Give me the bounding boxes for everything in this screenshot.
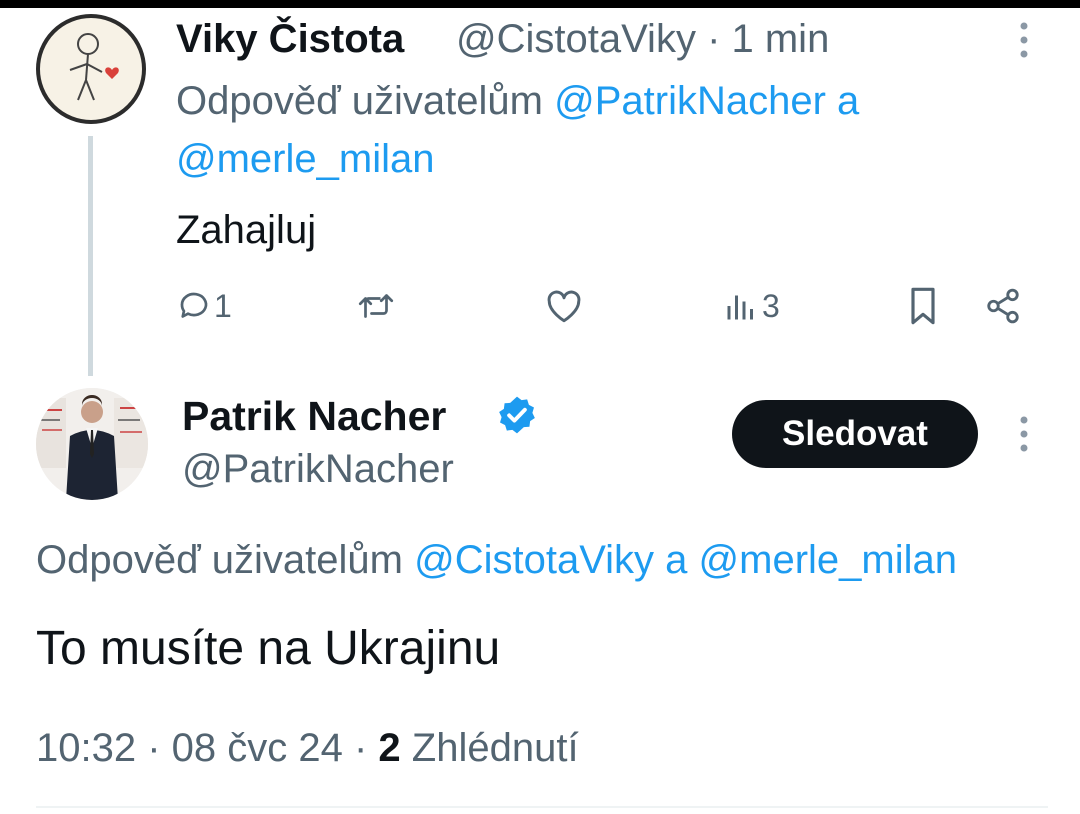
retweet-icon: [358, 294, 394, 318]
reply-button[interactable]: 1: [176, 278, 232, 334]
tweet-actions-bar: 1 3: [176, 278, 1036, 334]
bookmark-icon: [911, 287, 935, 325]
reply-conjunction: a: [654, 538, 699, 582]
mention-link[interactable]: @CistotaViky: [414, 538, 654, 582]
views-label: Zhlédnutí: [400, 726, 579, 770]
meta-separator: ·: [136, 726, 172, 770]
more-vertical-icon: [1020, 22, 1028, 58]
views-icon: [727, 295, 753, 320]
reply-prefix: Odpověď uživatelům: [176, 79, 555, 123]
share-button[interactable]: [984, 278, 1022, 334]
reply-prefix: Odpověď uživatelům: [36, 538, 415, 582]
share-icon: [987, 288, 1019, 324]
views-count: 2: [378, 726, 401, 770]
divider: [36, 806, 1048, 808]
thread-connector-line: [88, 136, 93, 376]
like-button[interactable]: [544, 278, 584, 334]
author-name[interactable]: Viky Čistota: [176, 14, 404, 64]
more-options-button[interactable]: [1012, 18, 1036, 62]
reply-icon: [180, 292, 208, 318]
like-icon: [547, 290, 581, 323]
author-handle[interactable]: @PatrikNacher: [182, 444, 454, 494]
tweet-time[interactable]: 1 min: [732, 17, 830, 61]
views-count: 3: [762, 287, 780, 324]
reply-count: 1: [214, 287, 232, 324]
mention-link[interactable]: @PatrikNacher: [554, 79, 826, 123]
time-separator: ·: [695, 17, 732, 61]
avatar-patrik[interactable]: [36, 388, 148, 500]
views-button[interactable]: 3: [724, 278, 780, 334]
top-status-bar: [0, 0, 1080, 8]
tweet-text: To musíte na Ukrajinu: [36, 622, 501, 675]
follow-button[interactable]: Sledovat: [732, 400, 978, 468]
avatar-drawing: [69, 33, 119, 101]
reply-conjunction: a: [825, 79, 860, 123]
more-vertical-icon: [1020, 416, 1028, 452]
bookmark-button[interactable]: [906, 278, 940, 334]
mention-link[interactable]: @merle_milan: [699, 538, 957, 582]
avatar-viky[interactable]: [36, 14, 146, 124]
more-options-button[interactable]: [1012, 412, 1036, 456]
meta-separator: ·: [342, 726, 379, 770]
tweet-time[interactable]: 10:32: [36, 726, 136, 770]
reply-context: Odpověď uživatelům @CistotaViky a @merle…: [36, 532, 957, 588]
tweet-metadata: 10:32 · 08 čvc 24 · 2 Zhlédnutí: [36, 720, 579, 776]
retweet-button[interactable]: [356, 278, 396, 334]
verified-badge-icon: [499, 396, 535, 434]
author-name[interactable]: Patrik Nacher: [182, 390, 446, 442]
mention-link[interactable]: @merle_milan: [176, 137, 434, 181]
author-handle[interactable]: @CistotaViky: [456, 17, 696, 61]
tweet-date[interactable]: 08 čvc 24: [172, 726, 343, 770]
avatar-photo: [36, 388, 148, 500]
reply-context: Odpověď uživatelům @PatrikNacher a @merl…: [176, 72, 1036, 188]
tweet-text: Zahajluj: [176, 208, 317, 252]
author-handle-and-time[interactable]: @CistotaViky · 1 min: [456, 14, 829, 64]
